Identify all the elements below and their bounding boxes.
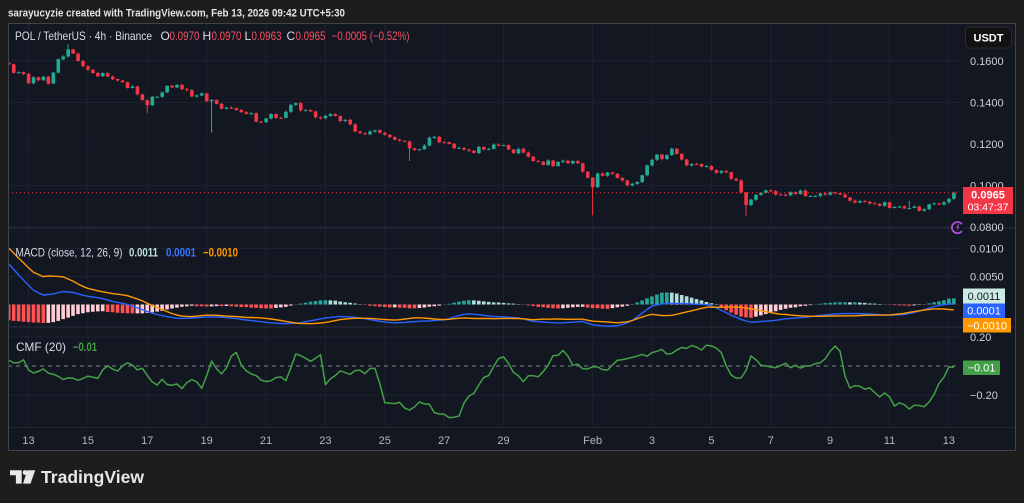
svg-text:0.0001: 0.0001 [166,246,196,260]
svg-text:9: 9 [827,435,833,447]
svg-text:0.20: 0.20 [970,332,991,344]
svg-text:0.0011: 0.0011 [129,246,158,260]
svg-text:0.1200: 0.1200 [970,139,1004,151]
svg-text:3: 3 [649,435,655,447]
svg-text:−0.0005 (−0.52%): −0.0005 (−0.52%) [332,29,410,43]
svg-text:POL / TetherUS · 4h · Binance: POL / TetherUS · 4h · Binance [15,29,152,43]
svg-text:13: 13 [943,435,955,447]
svg-text:−0.0010: −0.0010 [203,246,238,260]
svg-text:O: O [161,29,170,43]
svg-text:15: 15 [82,435,94,447]
svg-text:17: 17 [141,435,153,447]
svg-text:11: 11 [884,435,895,447]
svg-text:13: 13 [22,435,34,447]
svg-text:CMF (20): CMF (20) [16,340,66,354]
svg-text:25: 25 [379,435,391,447]
svg-text:0.0100: 0.0100 [970,244,1004,256]
svg-text:0.0970: 0.0970 [170,29,200,43]
svg-text:TradingView: TradingView [41,470,144,487]
svg-text:MACD (close, 12, 26, 9): MACD (close, 12, 26, 9) [16,246,123,260]
svg-text:7: 7 [768,435,774,447]
svg-text:21: 21 [260,435,272,447]
svg-text:0.1600: 0.1600 [970,56,1004,68]
svg-text:0.0965: 0.0965 [296,29,326,43]
svg-text:5: 5 [708,435,714,447]
svg-text:0.1400: 0.1400 [970,98,1004,110]
svg-text:−0.0010: −0.0010 [967,321,1007,333]
svg-text:0.0800: 0.0800 [970,222,1004,234]
svg-text:19: 19 [200,435,212,447]
svg-text:−0.01: −0.01 [968,363,996,375]
svg-text:23: 23 [319,435,331,447]
svg-text:Feb: Feb [583,435,602,447]
svg-text:27: 27 [438,435,450,447]
svg-text:−0.20: −0.20 [970,390,998,402]
svg-text:29: 29 [497,435,509,447]
svg-text:−0.01: −0.01 [73,340,97,354]
svg-text:sarayucyzie created with Tradi: sarayucyzie created with TradingView.com… [8,8,345,20]
svg-text:0.0970: 0.0970 [212,29,242,43]
svg-text:03:47:37: 03:47:37 [968,202,1009,214]
svg-text:L: L [245,29,252,43]
svg-text:C: C [287,29,296,43]
svg-text:0.0963: 0.0963 [252,29,282,43]
svg-text:USDT: USDT [974,33,1004,45]
svg-text:H: H [203,29,212,43]
svg-text:0.0050: 0.0050 [970,272,1004,284]
svg-text:0.0965: 0.0965 [971,190,1005,202]
svg-text:0.0001: 0.0001 [967,306,1001,318]
svg-text:0.0011: 0.0011 [968,291,1001,303]
